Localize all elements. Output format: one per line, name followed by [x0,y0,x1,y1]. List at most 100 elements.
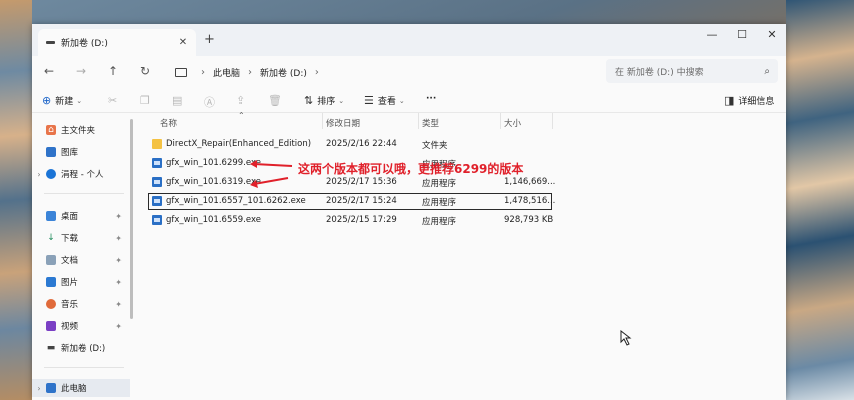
new-button[interactable]: ⊕ 新建 ⌄ [42,94,82,107]
view-button[interactable]: ☰ 查看 ⌄ [364,94,405,107]
table-row[interactable]: DirectX_Repair(Enhanced_Edition) 2025/2/… [148,136,550,153]
sidebar-scrollbar[interactable] [130,119,133,319]
chevron-down-icon: ⌄ [398,96,405,105]
column-header-name[interactable]: 名称 [160,117,177,129]
sort-up-icon: ⌃ [238,111,245,120]
copy-icon[interactable]: ❐ [140,94,150,107]
refresh-button[interactable]: ↻ [136,64,154,78]
tab-close-icon[interactable]: ✕ [176,37,190,48]
desktop-wallpaper-left [0,0,32,400]
table-row-selected[interactable]: gfx_win_101.6557_101.6262.exe 2025/2/17 … [148,193,555,210]
chevron-down-icon: ⌄ [76,96,83,105]
breadcrumb-this-pc[interactable]: 此电脑 [213,66,240,79]
plus-circle-icon: ⊕ [42,94,52,107]
arrow-to-6319 [253,177,289,185]
sidebar-item-music[interactable]: 音乐 ✦ [32,295,130,313]
details-pane-button[interactable]: ◨ 详细信息 [724,94,774,107]
file-list: 名称 ⌃ 修改日期 类型 大小 DirectX_Repair(Enhanced_… [140,111,786,400]
home-icon: ⌂ [46,125,56,135]
videos-icon [46,321,56,331]
pin-icon[interactable]: ✦ [115,278,122,287]
sidebar-item-pictures[interactable]: 图片 ✦ [32,273,130,291]
table-row[interactable]: gfx_win_101.6559.exe 2025/2/15 17:29 应用程… [148,212,553,229]
column-header-size[interactable]: 大小 [504,117,521,129]
gallery-icon [46,147,56,157]
sidebar-item-gallery[interactable]: 图库 [32,143,130,161]
paste-icon[interactable]: ▤ [172,94,182,107]
back-button[interactable]: ← [40,64,58,78]
address-bar[interactable]: › 此电脑 › 新加卷 (D:) › [167,61,597,83]
cloud-icon [46,169,56,179]
chevron-right-icon[interactable]: › [32,170,46,179]
breadcrumb-chevron-icon: › [248,66,253,78]
sort-button[interactable]: ⇅ 排序 ⌄ [304,94,344,107]
sidebar-item-drive-d[interactable]: ▬ 新加卷 (D:) [32,339,130,357]
mouse-cursor-icon [620,330,632,346]
breadcrumb-drive-d[interactable]: 新加卷 (D:) [260,66,307,79]
exe-file-icon [152,177,162,187]
more-options-button[interactable]: ··· [426,94,436,104]
rename-icon[interactable]: Ⓐ [204,94,215,110]
sidebar-item-documents[interactable]: 文档 ✦ [32,251,130,269]
sidebar-item-downloads[interactable]: ↓ 下载 ✦ [32,229,130,247]
file-explorer-window: 新加卷 (D:) ✕ + — ☐ ✕ ← → ↑ ↻ › 此电脑 › 新加卷 (… [32,24,786,400]
sidebar-divider [44,193,124,194]
exe-file-icon [152,215,162,225]
column-header-type[interactable]: 类型 [422,117,439,129]
new-tab-button[interactable]: + [204,32,215,47]
annotation-text: 这两个版本都可以哦，更推荐6299的版本 [298,162,524,176]
command-bar: ⊕ 新建 ⌄ ✂ ❐ ▤ Ⓐ ⇪ 🗑 ⇅ 排序 ⌄ ☰ 查看 ⌄ ··· ◨ 详… [32,90,786,113]
pin-icon[interactable]: ✦ [115,212,122,221]
close-window-button[interactable]: ✕ [762,28,782,41]
title-bar: 新加卷 (D:) ✕ + — ☐ ✕ [32,24,786,56]
sidebar-item-this-pc[interactable]: › 此电脑 [32,379,130,397]
this-pc-icon [46,383,56,393]
delete-icon[interactable]: 🗑 [268,94,282,107]
view-icon: ☰ [364,94,374,107]
sidebar-item-home[interactable]: ⌂ 主文件夹 [32,121,130,139]
drive-icon: ▬ [46,343,56,353]
navigation-pane: ⌂ 主文件夹 图库 › 涓程 - 个人 桌面 ✦ ↓ 下载 ✦ 文档 ✦ 图片 … [32,113,130,400]
details-pane-icon: ◨ [724,94,735,107]
sidebar-item-desktop[interactable]: 桌面 ✦ [32,207,130,225]
search-input[interactable]: 在 新加卷 (D:) 中搜索 [615,65,764,78]
arrowhead [250,160,257,168]
share-icon[interactable]: ⇪ [236,94,245,107]
sidebar-item-onedrive[interactable]: › 涓程 - 个人 [32,165,130,183]
search-box[interactable]: 在 新加卷 (D:) 中搜索 ⌕ [606,59,778,83]
this-pc-icon [175,67,187,77]
view-button-label: 查看 [377,97,396,107]
sort-button-label: 排序 [317,97,336,107]
breadcrumb-chevron-icon[interactable]: › [315,67,319,78]
pin-icon[interactable]: ✦ [115,300,122,309]
minimize-button[interactable]: — [702,28,722,41]
annotation-arrows [250,160,293,188]
new-button-label: 新建 [55,97,74,107]
up-button[interactable]: ↑ [104,64,122,78]
tab-drive-d[interactable]: 新加卷 (D:) ✕ [38,29,196,56]
pictures-icon [46,277,56,287]
column-header-modified[interactable]: 修改日期 [326,117,360,129]
sidebar-divider [44,367,124,368]
breadcrumb-chevron-icon: › [201,66,205,78]
details-pane-label: 详细信息 [738,97,775,107]
exe-file-icon [152,196,162,206]
pin-icon[interactable]: ✦ [115,256,122,265]
drive-icon [46,41,55,44]
pin-icon[interactable]: ✦ [115,234,122,243]
music-icon [46,299,56,309]
documents-icon [46,255,56,265]
folder-icon [152,139,162,149]
cut-icon[interactable]: ✂ [108,94,117,107]
arrow-to-6299 [253,163,293,167]
download-icon: ↓ [47,233,55,243]
maximize-button[interactable]: ☐ [732,28,752,41]
sort-icon: ⇅ [304,94,314,107]
pin-icon[interactable]: ✦ [115,322,122,331]
forward-button[interactable]: → [72,64,90,78]
chevron-right-icon[interactable]: › [32,384,46,393]
desktop-wallpaper-right [786,0,854,400]
chevron-down-icon: ⌄ [338,96,345,105]
sidebar-item-videos[interactable]: 视频 ✦ [32,317,130,335]
search-icon: ⌕ [764,65,770,77]
